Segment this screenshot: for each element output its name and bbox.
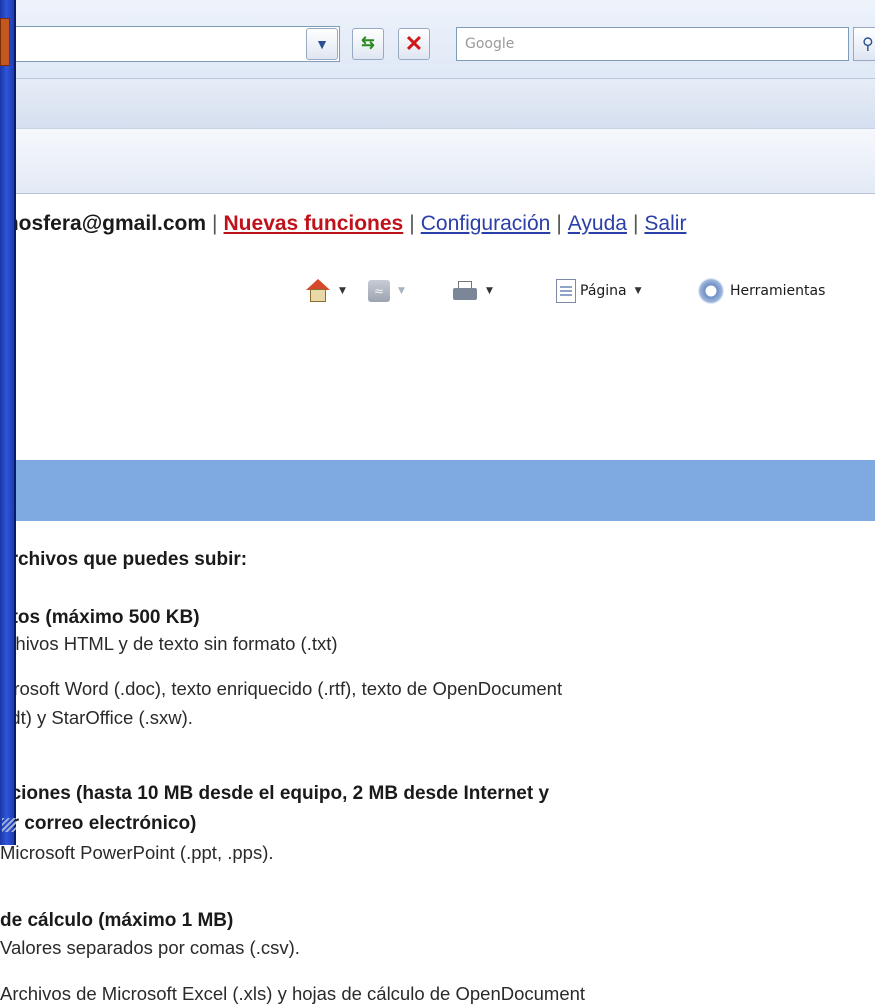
page-icon bbox=[556, 279, 576, 303]
presentations-item: Microsoft PowerPoint (.ppt, .pps). bbox=[0, 842, 274, 863]
search-button[interactable]: ⚲ bbox=[853, 27, 875, 61]
separator: | bbox=[556, 212, 562, 235]
settings-link[interactable]: Configuración bbox=[421, 212, 551, 235]
documents-item-continued: odt) y StarOffice (.sxw). bbox=[0, 707, 193, 728]
section-header-band bbox=[0, 460, 875, 521]
chevron-down-icon[interactable]: ▼ bbox=[339, 286, 346, 296]
chevron-down-icon: ▼ bbox=[634, 286, 642, 296]
sidebar-tab[interactable] bbox=[0, 18, 10, 66]
signout-link[interactable]: Salir bbox=[644, 212, 686, 235]
tools-menu-label: Herramientas bbox=[730, 283, 826, 299]
gear-icon bbox=[698, 278, 724, 304]
separator: | bbox=[212, 212, 218, 235]
close-icon: ✕ bbox=[404, 31, 424, 56]
account-bar: mosfera@gmail.com | Nuevas funciones | Confi… bbox=[0, 212, 875, 242]
chevron-down-icon[interactable]: ▼ bbox=[486, 286, 493, 296]
chevron-down-icon: ▼ bbox=[398, 286, 405, 296]
separator: | bbox=[632, 212, 639, 235]
spreadsheets-item: Valores separados por comas (.csv). bbox=[0, 937, 300, 958]
spreadsheets-heading: de cálculo (máximo 1 MB) bbox=[0, 910, 234, 931]
separator: | bbox=[409, 212, 415, 235]
home-button[interactable]: ▼ bbox=[305, 276, 346, 306]
home-icon bbox=[305, 279, 331, 303]
sidebar-frame[interactable] bbox=[0, 0, 16, 845]
rss-icon: ≈ bbox=[368, 280, 390, 302]
toolbar-row: ▼ ≈ ▼ ▼ Página ▼ Herramientas bbox=[0, 128, 875, 304]
address-bar-row: ▼ ⇆ ✕ Google ⚲ bbox=[0, 0, 875, 78]
address-dropdown-button[interactable]: ▼ bbox=[306, 28, 338, 60]
browser-chrome: ▼ ⇆ ✕ Google ⚲ ⚙ ▼ ≈ ▼ ▼ bbox=[0, 0, 875, 304]
chevron-down-icon: ▼ bbox=[315, 36, 329, 52]
resize-grip-icon[interactable] bbox=[2, 818, 16, 832]
user-email: mosfera@gmail.com bbox=[0, 212, 207, 235]
search-input[interactable]: Google bbox=[456, 27, 849, 61]
refresh-button[interactable]: ⇆ bbox=[352, 28, 384, 60]
printer-icon bbox=[452, 280, 478, 302]
address-input[interactable] bbox=[0, 26, 340, 62]
refresh-icon: ⇆ bbox=[361, 35, 375, 52]
feeds-button[interactable]: ≈ ▼ bbox=[368, 276, 405, 306]
page-menu-button[interactable]: Página ▼ bbox=[556, 276, 642, 306]
documents-heading: ntos (máximo 500 KB) bbox=[0, 607, 200, 628]
spreadsheets-item: Archivos de Microsoft Excel (.xls) y hoj… bbox=[0, 983, 586, 1004]
section-intro: archivos que puedes subir: bbox=[0, 549, 248, 570]
stop-button[interactable]: ✕ bbox=[398, 28, 430, 60]
documents-item: icrosoft Word (.doc), texto enriquecido … bbox=[0, 678, 563, 699]
presentations-heading: aciones (hasta 10 MB desde el equipo, 2 … bbox=[0, 783, 550, 804]
tools-menu-button[interactable]: Herramientas bbox=[698, 276, 825, 306]
documents-item: rchivos HTML y de texto sin formato (.tx… bbox=[0, 633, 338, 654]
print-button[interactable]: ▼ bbox=[452, 276, 493, 306]
presentations-heading-continued: or correo electrónico) bbox=[0, 813, 197, 834]
command-bar-row: ⚙ bbox=[0, 78, 875, 193]
search-icon: ⚲ bbox=[862, 36, 874, 53]
page-menu-label: Página bbox=[580, 283, 627, 299]
new-features-link[interactable]: Nuevas funciones bbox=[224, 212, 404, 235]
help-link[interactable]: Ayuda bbox=[568, 212, 627, 235]
